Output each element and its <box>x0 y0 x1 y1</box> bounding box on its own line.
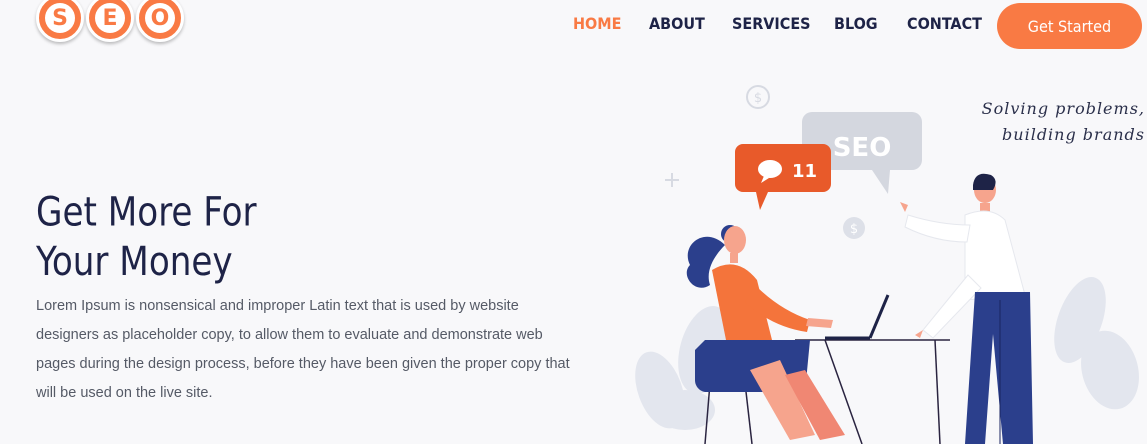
tagline: Solving problems, building brands <box>945 96 1145 148</box>
seo-bubble-text: SEO <box>833 133 892 163</box>
logo-circle-s: S <box>36 0 84 42</box>
tagline-line2: building brands <box>1002 125 1145 144</box>
nav-about[interactable]: ABOUT <box>649 14 705 33</box>
logo-circle-o: O <box>136 0 184 42</box>
plus-icon <box>665 173 679 187</box>
nav-contact[interactable]: CONTACT <box>907 14 982 33</box>
logo[interactable]: S E O <box>36 0 184 42</box>
plant-right <box>1054 277 1139 410</box>
hero-title-line2: Your Money <box>36 238 233 285</box>
nav-blog[interactable]: BLOG <box>834 14 878 33</box>
hero-title-line1: Get More For <box>36 188 257 235</box>
nav-home[interactable]: HOME <box>573 14 621 33</box>
logo-circle-e: E <box>86 0 134 42</box>
dollar-icon: $ <box>746 85 770 109</box>
logo-letter: O <box>145 3 175 33</box>
notification-bubble: 11 <box>735 144 831 210</box>
dollar-icon: $ <box>843 217 865 239</box>
logo-letter: E <box>95 3 125 33</box>
nav-services[interactable]: SERVICES <box>732 14 811 33</box>
notification-count: 11 <box>792 161 817 182</box>
svg-text:$: $ <box>850 222 858 237</box>
tagline-line1: Solving problems, <box>981 99 1145 118</box>
get-started-button[interactable]: Get Started <box>997 3 1142 49</box>
laptop-icon <box>825 294 890 340</box>
hero-description: Lorem Ipsum is nonsensical and improper … <box>36 298 570 401</box>
man-figure <box>900 173 1033 444</box>
logo-letter: S <box>45 3 75 33</box>
svg-text:$: $ <box>754 91 762 106</box>
chair <box>700 382 753 444</box>
hero-title: Get More For Your Money <box>36 188 257 287</box>
